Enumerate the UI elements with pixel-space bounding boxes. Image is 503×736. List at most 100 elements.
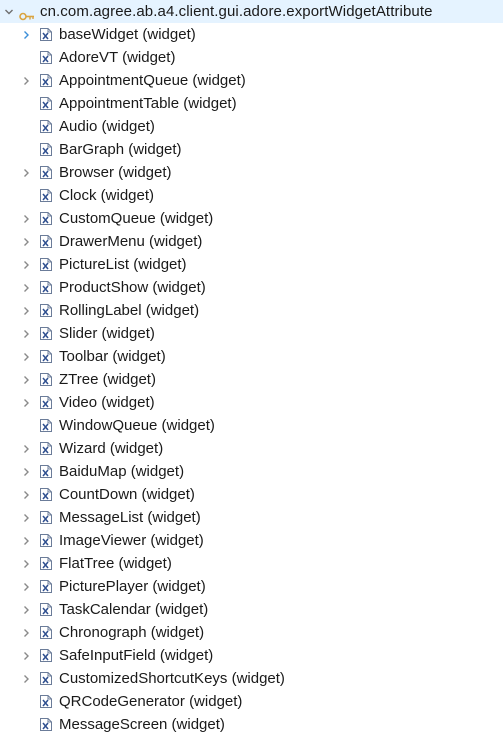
xml-file-icon: [40, 672, 52, 685]
chevron-right-icon[interactable]: [19, 276, 33, 299]
tree-item-label: Clock (widget): [59, 187, 155, 204]
tree-item[interactable]: WindowQueue (widget): [0, 414, 503, 437]
xml-file-icon: [40, 396, 52, 409]
chevron-right-icon[interactable]: [19, 437, 33, 460]
xml-file-icon: [40, 718, 52, 731]
tree-item-label: ProductShow (widget): [59, 279, 206, 296]
tree-item[interactable]: BaiduMap (widget): [0, 460, 503, 483]
xml-file-icon: [40, 143, 52, 156]
tree-item[interactable]: BarGraph (widget): [0, 138, 503, 161]
tree-item[interactable]: FlatTree (widget): [0, 552, 503, 575]
project-explorer-tree: cn.com.agree.ab.a4.client.gui.adore.expo…: [0, 0, 503, 736]
xml-file-icon: [40, 603, 52, 616]
tree-item-label: WindowQueue (widget): [59, 417, 215, 434]
tree-item[interactable]: Clock (widget): [0, 184, 503, 207]
tree-item-label: AdoreVT (widget): [59, 49, 176, 66]
tree-item[interactable]: QRCodeGenerator (widget): [0, 690, 503, 713]
tree-item-label: Toolbar (widget): [59, 348, 166, 365]
chevron-right-icon[interactable]: [19, 506, 33, 529]
tree-item-label: DrawerMenu (widget): [59, 233, 203, 250]
tree-item[interactable]: ZTree (widget): [0, 368, 503, 391]
tree-item[interactable]: CustomizedShortcutKeys (widget): [0, 667, 503, 690]
xml-file-icon: [40, 580, 52, 593]
tree-item-label: MessageList (widget): [59, 509, 201, 526]
xml-file-icon: [40, 557, 52, 570]
chevron-right-icon[interactable]: [19, 391, 33, 414]
chevron-right-icon[interactable]: [19, 322, 33, 345]
tree-item[interactable]: CustomQueue (widget): [0, 207, 503, 230]
chevron-right-icon[interactable]: [19, 161, 33, 184]
xml-file-icon: [40, 534, 52, 547]
tree-item[interactable]: CountDown (widget): [0, 483, 503, 506]
xml-file-icon: [40, 51, 52, 64]
tree-item[interactable]: ImageViewer (widget): [0, 529, 503, 552]
tree-item-label: Chronograph (widget): [59, 624, 205, 641]
chevron-right-icon[interactable]: [19, 483, 33, 506]
chevron-right-icon[interactable]: [19, 552, 33, 575]
chevron-right-icon[interactable]: [19, 368, 33, 391]
tree-item-label: CustomizedShortcutKeys (widget): [59, 670, 285, 687]
tree-item-label: Audio (widget): [59, 118, 155, 135]
xml-file-icon: [40, 28, 52, 41]
chevron-right-icon[interactable]: [19, 230, 33, 253]
tree-item[interactable]: AppointmentQueue (widget): [0, 69, 503, 92]
xml-file-icon: [40, 120, 52, 133]
tree-item-label: PictureList (widget): [59, 256, 187, 273]
tree-item[interactable]: SafeInputField (widget): [0, 644, 503, 667]
chevron-right-icon[interactable]: [19, 23, 33, 46]
xml-file-icon: [40, 258, 52, 271]
chevron-right-icon[interactable]: [19, 621, 33, 644]
tree-item-label: RollingLabel (widget): [59, 302, 200, 319]
xml-file-icon: [40, 695, 52, 708]
tree-item[interactable]: MessageList (widget): [0, 506, 503, 529]
tree-item-label: ZTree (widget): [59, 371, 156, 388]
chevron-right-icon[interactable]: [19, 207, 33, 230]
tree-item[interactable]: AdoreVT (widget): [0, 46, 503, 69]
tree-item[interactable]: TaskCalendar (widget): [0, 598, 503, 621]
chevron-right-icon[interactable]: [19, 345, 33, 368]
tree-root-label: cn.com.agree.ab.a4.client.gui.adore.expo…: [40, 3, 433, 20]
chevron-right-icon[interactable]: [19, 598, 33, 621]
xml-file-icon: [40, 419, 52, 432]
chevron-right-icon[interactable]: [19, 644, 33, 667]
xml-file-icon: [40, 97, 52, 110]
xml-file-icon: [40, 212, 52, 225]
xml-file-icon: [40, 327, 52, 340]
tree-item[interactable]: PictureList (widget): [0, 253, 503, 276]
chevron-right-icon[interactable]: [19, 253, 33, 276]
chevron-down-icon[interactable]: [2, 0, 16, 23]
tree-item[interactable]: PicturePlayer (widget): [0, 575, 503, 598]
tree-item-label: Browser (widget): [59, 164, 172, 181]
tree-item[interactable]: DrawerMenu (widget): [0, 230, 503, 253]
tree-item[interactable]: baseWidget (widget): [0, 23, 503, 46]
chevron-right-icon[interactable]: [19, 667, 33, 690]
chevron-right-icon[interactable]: [19, 575, 33, 598]
tree-item[interactable]: MessageScreen (widget): [0, 713, 503, 736]
xml-file-icon: [40, 488, 52, 501]
tree-item-label: TaskCalendar (widget): [59, 601, 209, 618]
tree-item[interactable]: Audio (widget): [0, 115, 503, 138]
chevron-right-icon[interactable]: [19, 69, 33, 92]
tree-item-label: QRCodeGenerator (widget): [59, 693, 243, 710]
tree-item[interactable]: Video (widget): [0, 391, 503, 414]
tree-item[interactable]: Browser (widget): [0, 161, 503, 184]
tree-item-label: PicturePlayer (widget): [59, 578, 206, 595]
chevron-right-icon[interactable]: [19, 529, 33, 552]
tree-item[interactable]: AppointmentTable (widget): [0, 92, 503, 115]
tree-item-label: BarGraph (widget): [59, 141, 182, 158]
tree-item[interactable]: ProductShow (widget): [0, 276, 503, 299]
chevron-right-icon[interactable]: [19, 299, 33, 322]
chevron-right-icon[interactable]: [19, 460, 33, 483]
tree-item[interactable]: Slider (widget): [0, 322, 503, 345]
tree-item[interactable]: Toolbar (widget): [0, 345, 503, 368]
tree-item-label: Slider (widget): [59, 325, 155, 342]
tree-root-package[interactable]: cn.com.agree.ab.a4.client.gui.adore.expo…: [0, 0, 503, 23]
tree-item[interactable]: RollingLabel (widget): [0, 299, 503, 322]
tree-item[interactable]: Chronograph (widget): [0, 621, 503, 644]
tree-item[interactable]: Wizard (widget): [0, 437, 503, 460]
xml-file-icon: [40, 74, 52, 87]
tree-item-label: AppointmentTable (widget): [59, 95, 237, 112]
xml-file-icon: [40, 189, 52, 202]
xml-file-icon: [40, 511, 52, 524]
tree-children: baseWidget (widget) AdoreVT (widget) Appoi…: [0, 23, 503, 736]
